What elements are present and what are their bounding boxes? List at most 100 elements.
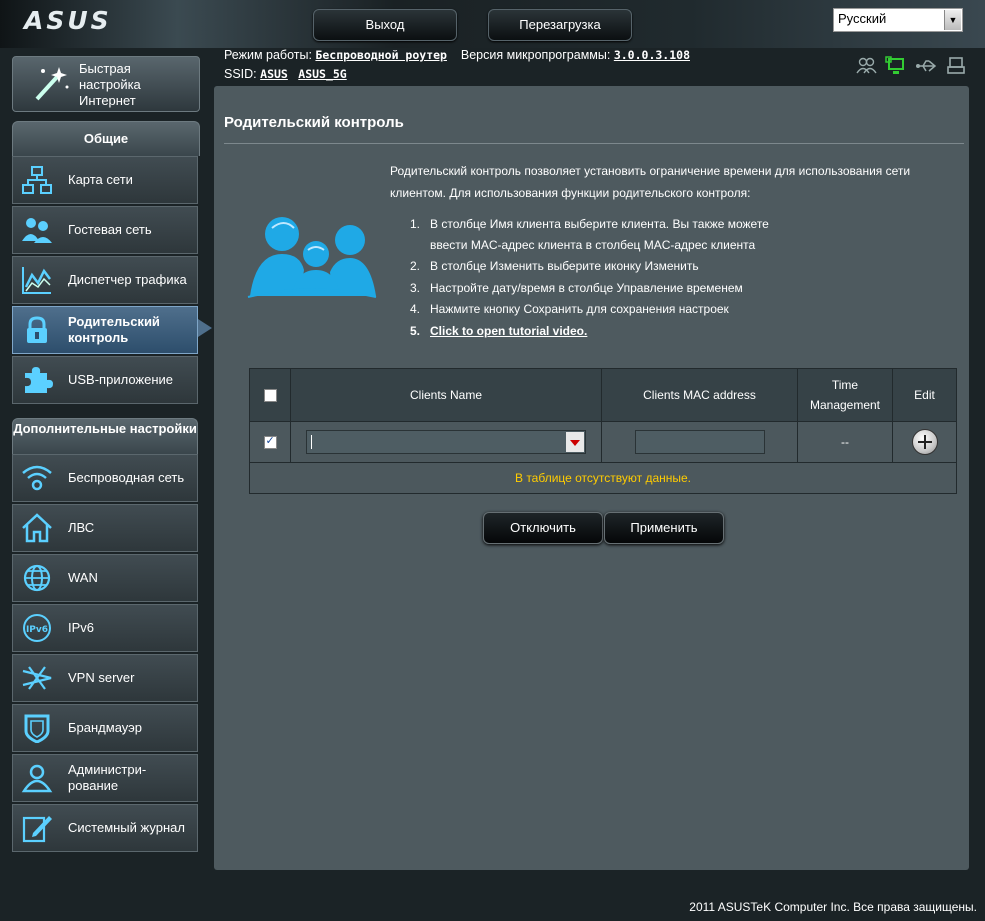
mac-address-cell (601, 421, 798, 463)
sidebar-item-wireless[interactable]: Беспроводная сеть (12, 454, 198, 502)
add-icon[interactable] (911, 429, 938, 455)
wifi-icon (22, 465, 52, 491)
mac-address-input[interactable] (634, 430, 765, 454)
log-edit-icon (22, 816, 52, 843)
clients-icon[interactable] (855, 56, 877, 76)
time-management-cell: -- (797, 421, 893, 463)
svg-text:IPv6: IPv6 (26, 625, 48, 635)
shield-icon (24, 714, 50, 743)
family-icon (247, 217, 377, 298)
printer-icon[interactable] (945, 56, 967, 76)
advanced-section-header: Дополнительные настройки (12, 418, 198, 454)
column-header-mac-address: Clients MAC address (601, 368, 798, 422)
ssid-label: SSID: (224, 67, 257, 81)
sidebar-item-guest-network[interactable]: Гостевая сеть (12, 206, 198, 254)
row-select-cell (249, 421, 291, 463)
sidebar-item-label: Гостевая сеть (68, 222, 152, 237)
network-map-icon (22, 166, 52, 194)
sidebar-item-vpn-server[interactable]: VPN server (12, 654, 198, 702)
step-text: Нажмите кнопку Сохранить для сохранения … (430, 302, 729, 316)
puzzle-icon (25, 367, 53, 393)
sidebar-item-administration[interactable]: Администри-рование (12, 754, 198, 802)
traffic-manager-icon (22, 267, 51, 294)
step-number: 5. (410, 323, 421, 338)
copyright-footer: 2011 ASUSTeK Computer Inc. Все права защ… (689, 900, 977, 914)
sidebar-item-wan[interactable]: WAN (12, 554, 198, 602)
main-panel: Родительский контроль Родительский контр… (214, 86, 969, 870)
text-caret (311, 435, 312, 449)
ssid-link-2[interactable]: ASUS_5G (298, 67, 346, 81)
magic-wand-icon (35, 67, 69, 101)
sidebar-item-label: VPN server (68, 670, 135, 685)
column-header-edit: Edit (892, 368, 957, 422)
active-indicator-arrow (198, 319, 212, 337)
reboot-button[interactable]: Перезагрузка (488, 9, 632, 41)
sidebar-item-parental-control[interactable]: Родительский контроль (12, 306, 198, 354)
sidebar-item-label: ЛВС (68, 520, 95, 535)
home-icon (22, 513, 52, 543)
apply-button[interactable]: Применить (604, 512, 724, 544)
ipv6-icon: IPv6 (23, 614, 51, 642)
client-name-cell (290, 421, 602, 463)
edit-cell (892, 421, 957, 463)
tutorial-video-link[interactable]: Click to open tutorial video. (430, 324, 587, 338)
dropdown-arrow-icon[interactable] (566, 432, 584, 452)
guest-network-icon (22, 218, 52, 243)
step-text: Настройте дату/время в столбце Управлени… (430, 280, 743, 295)
logout-button[interactable]: Выход (313, 9, 457, 41)
sidebar-item-firewall[interactable]: Брандмауэр (12, 704, 198, 752)
instruction-steps: 1. В столбце Имя клиента выберите клиента… (410, 214, 970, 342)
table-row: -- (249, 421, 957, 463)
vpn-icon (22, 666, 52, 690)
status-icons (855, 56, 967, 78)
empty-row: В таблице отсутствуют данные. (249, 462, 957, 494)
status-info: Режим работы: Беспроводной роутер Версия… (224, 46, 690, 84)
list-item: 1. В столбце Имя клиента выберите клиента… (410, 214, 770, 256)
top-banner: ASUS Выход Перезагрузка Русский ▼ (0, 0, 985, 48)
firmware-label: Версия микропрограммы: (460, 48, 611, 62)
clients-table: Clients Name Clients MAC address Time Ma… (249, 368, 957, 494)
network-icon[interactable] (885, 56, 907, 76)
quick-internet-setup-button[interactable]: Быстрая настройка Интернет (12, 56, 200, 112)
sidebar-item-label: Карта сети (68, 172, 133, 187)
list-item: 4. Нажмите кнопку Сохранить для сохранени… (410, 299, 970, 321)
chevron-down-icon[interactable]: ▼ (944, 10, 961, 30)
sidebar-item-lan[interactable]: ЛВС (12, 504, 198, 552)
sidebar-item-label: Брандмауэр (68, 720, 142, 735)
step-number: 1. (410, 217, 421, 231)
asus-logo: ASUS (24, 6, 112, 35)
mode-link[interactable]: Беспроводной роутер (315, 48, 447, 62)
sidebar-item-label: WAN (68, 570, 98, 585)
firmware-link[interactable]: 3.0.0.3.108 (614, 48, 690, 62)
disable-button[interactable]: Отключить (483, 512, 603, 544)
globe-icon (23, 564, 51, 592)
sidebar-item-label: Диспетчер трафика (68, 272, 187, 287)
sidebar-item-ipv6[interactable]: IPv6 IPv6 (12, 604, 198, 652)
sidebar-item-label: USB-приложение (68, 372, 174, 387)
language-select[interactable]: Русский ▼ (833, 8, 963, 32)
language-value: Русский (838, 11, 887, 26)
step-text: В столбце Изменить выберите иконку Измен… (430, 259, 699, 273)
list-item: 5. Click to open tutorial video. (410, 321, 970, 343)
sidebar-item-system-log[interactable]: Системный журнал (12, 804, 198, 852)
column-header-time-management: Time Management (797, 368, 893, 422)
sidebar-item-traffic-manager[interactable]: Диспетчер трафика (12, 256, 198, 304)
lock-icon (27, 316, 47, 343)
select-all-checkbox[interactable] (263, 389, 277, 403)
list-item: 2. В столбце Изменить выберите иконку Изм… (410, 256, 970, 278)
step-text: В столбце Имя клиента выберите клиента. … (430, 217, 769, 252)
description-text: Родительский контроль позволяет установи… (390, 164, 911, 200)
sidebar-item-label: IPv6 (68, 620, 95, 635)
client-name-combobox[interactable] (306, 430, 586, 454)
step-number: 4. (410, 302, 421, 316)
page-title: Родительский контроль (224, 114, 404, 131)
sidebar-item-label: Беспроводная сеть (68, 470, 185, 485)
ssid-link-1[interactable]: ASUS (260, 67, 288, 81)
row-enable-checkbox[interactable] (263, 434, 277, 450)
usb-icon[interactable] (915, 56, 937, 76)
sidebar-item-usb-application[interactable]: USB-приложение (12, 356, 198, 404)
list-item: 3. Настройте дату/время в столбце Управле… (410, 278, 970, 300)
title-divider (224, 143, 964, 144)
step-number: 3. (410, 280, 421, 295)
sidebar-item-network-map[interactable]: Карта сети (12, 156, 198, 204)
